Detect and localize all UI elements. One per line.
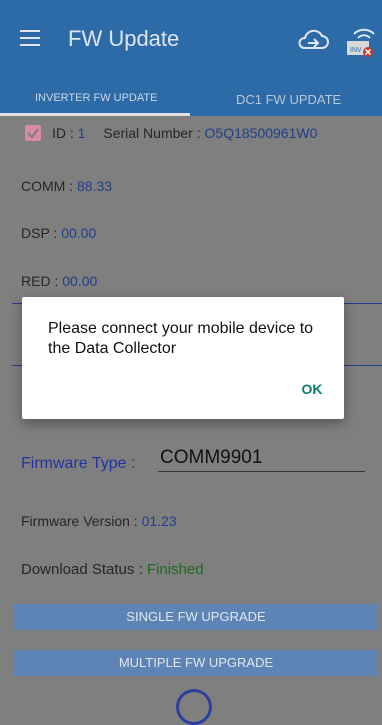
- page-title: FW Update: [68, 26, 180, 51]
- single-fw-upgrade-button[interactable]: SINGLE FW UPGRADE: [14, 604, 378, 630]
- serial-label: Serial Number :: [103, 125, 201, 141]
- dsp-label: DSP :: [21, 225, 58, 241]
- red-label: RED :: [21, 273, 59, 289]
- multiple-fw-upgrade-button[interactable]: MULTIPLE FW UPGRADE: [14, 650, 378, 676]
- red-row: RED : 00.00: [21, 273, 97, 289]
- download-status-label: Download Status :: [21, 561, 143, 578]
- dialog-message: Please connect your mobile device to the…: [48, 320, 314, 357]
- inverter-disconnected-icon[interactable]: INV: [344, 24, 376, 63]
- inverter-select-checkbox[interactable]: [25, 125, 41, 141]
- dsp-row: DSP : 00.00: [21, 225, 96, 241]
- firmware-type-underline: [158, 471, 365, 472]
- download-status-value: Finished: [146, 561, 204, 578]
- action-fab[interactable]: [176, 689, 212, 725]
- menu-icon[interactable]: [20, 30, 40, 48]
- comm-row: COMM : 88.33: [21, 178, 112, 194]
- alert-dialog: Please connect your mobile device to the…: [22, 297, 344, 419]
- firmware-type-label: Firmware Type :: [21, 455, 136, 472]
- firmware-version-value: 01.23: [141, 513, 177, 529]
- tab-inverter-fw-update[interactable]: INVERTER FW UPDATE: [35, 92, 157, 104]
- serial-value: O5Q18500961W0: [204, 125, 318, 141]
- app-bar: FW Update INV: [0, 0, 382, 84]
- inverter-id-row: ID : 1 Serial Number : O5Q18500961W0: [52, 125, 317, 141]
- dialog-ok-button[interactable]: OK: [290, 375, 334, 403]
- firmware-type-field[interactable]: COMM9901: [160, 447, 262, 469]
- firmware-version-row: Firmware Version : 01.23: [21, 513, 177, 529]
- comm-label: COMM :: [21, 178, 74, 194]
- dsp-value: 00.00: [61, 225, 97, 241]
- tab-dc1-fw-update[interactable]: DC1 FW UPDATE: [236, 92, 341, 107]
- red-value: 00.00: [62, 273, 98, 289]
- id-value: 1: [77, 125, 86, 141]
- tab-bar: INVERTER FW UPDATE DC1 FW UPDATE: [0, 84, 382, 116]
- id-label: ID :: [52, 125, 74, 141]
- comm-value: 88.33: [77, 178, 113, 194]
- download-status-row: Download Status : Finished: [21, 561, 204, 578]
- svg-text:INV: INV: [350, 47, 362, 54]
- cloud-upload-icon[interactable]: [296, 26, 330, 57]
- firmware-version-label: Firmware Version :: [21, 513, 138, 529]
